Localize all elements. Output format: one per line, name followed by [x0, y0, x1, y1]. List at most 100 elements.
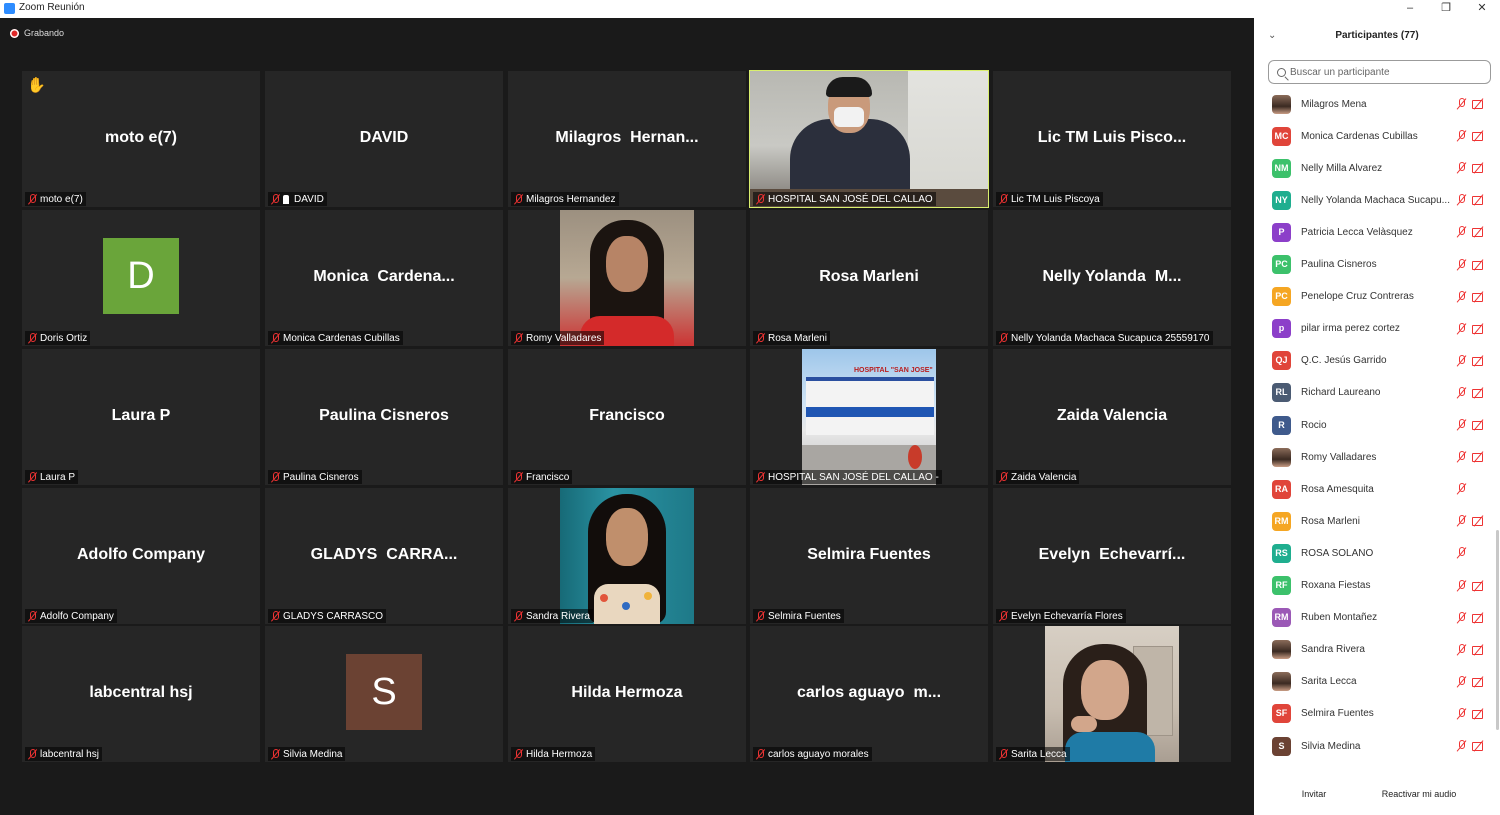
tile-name-label: Adolfo Company: [40, 611, 114, 622]
participant-row[interactable]: RM Rosa Marleni: [1254, 505, 1496, 537]
video-tile[interactable]: Francisco Francisco: [508, 349, 746, 485]
camera-off-icon[interactable]: [1472, 708, 1486, 720]
video-tile[interactable]: Selmira Fuentes Selmira Fuentes: [750, 488, 988, 624]
unmute-me-button[interactable]: Reactivar mi audio: [1374, 786, 1464, 802]
participant-row[interactable]: RM Ruben Montañez: [1254, 602, 1496, 634]
video-tile[interactable]: Evelyn Echevarrí... Evelyn Echevarría Flo…: [993, 488, 1231, 624]
minimize-button[interactable]: –: [1392, 0, 1428, 18]
participant-row[interactable]: PC Paulina Cisneros: [1254, 249, 1496, 281]
participant-row[interactable]: SF Selmira Fuentes: [1254, 698, 1496, 730]
camera-off-icon[interactable]: [1472, 676, 1486, 688]
video-tile[interactable]: Nelly Yolanda M... Nelly Yolanda Machaca …: [993, 210, 1231, 346]
video-tile[interactable]: Romy Valladares: [508, 210, 746, 346]
participant-row[interactable]: QJ Q.C. Jesús Garrido: [1254, 345, 1496, 377]
participant-row[interactable]: NY Nelly Yolanda Machaca Sucapu...: [1254, 184, 1496, 216]
participant-row[interactable]: Sarita Lecca: [1254, 666, 1496, 698]
participant-row[interactable]: p pilar irma perez cortez: [1254, 313, 1496, 345]
video-tile[interactable]: D Doris Ortiz: [22, 210, 260, 346]
mic-muted-icon[interactable]: [1456, 675, 1467, 688]
participant-row[interactable]: Sandra Rivera: [1254, 634, 1496, 666]
mic-muted-icon[interactable]: [1456, 643, 1467, 656]
mic-muted-icon[interactable]: [1456, 386, 1467, 399]
participant-row[interactable]: S Silvia Medina: [1254, 730, 1496, 762]
video-tile[interactable]: carlos aguayo m... carlos aguayo morales: [750, 626, 988, 762]
search-input[interactable]: [1290, 66, 1480, 78]
mic-muted-icon[interactable]: [1456, 419, 1467, 431]
participant-row[interactable]: MC Monica Cardenas Cubillas: [1254, 120, 1496, 152]
mic-muted-icon: [271, 194, 280, 205]
video-tile[interactable]: Rosa Marleni Rosa Marleni: [750, 210, 988, 346]
camera-off-icon[interactable]: [1472, 130, 1486, 142]
camera-off-icon[interactable]: [1472, 162, 1486, 174]
video-tile[interactable]: Lic TM Luis Pisco... Lic TM Luis Piscoya: [993, 71, 1231, 207]
mic-muted-icon[interactable]: [1456, 130, 1467, 142]
close-button[interactable]: ✕: [1464, 0, 1500, 18]
tile-name-label: Zaida Valencia: [1011, 472, 1077, 483]
mic-muted-icon[interactable]: [1456, 483, 1467, 495]
mic-muted-icon[interactable]: [1456, 740, 1467, 752]
video-tile[interactable]: GLADYS CARRA... GLADYS CARRASCO: [265, 488, 503, 624]
video-tile[interactable]: DAVID DAVID: [265, 71, 503, 207]
camera-off-icon[interactable]: [1472, 291, 1486, 303]
participant-row[interactable]: PC Penelope Cruz Contreras: [1254, 281, 1496, 313]
mic-muted-icon[interactable]: [1456, 194, 1467, 206]
maximize-button[interactable]: ❐: [1428, 0, 1464, 18]
participant-row[interactable]: RL Richard Laureano: [1254, 377, 1496, 409]
video-tile[interactable]: Adolfo Company Adolfo Company: [22, 488, 260, 624]
mic-muted-icon[interactable]: [1456, 451, 1467, 463]
recording-indicator[interactable]: Grabando: [10, 28, 64, 38]
mic-muted-icon[interactable]: [1456, 258, 1467, 271]
camera-off-icon[interactable]: [1472, 580, 1486, 592]
video-tile[interactable]: S Silvia Medina: [265, 626, 503, 762]
participant-row[interactable]: Milagros Mena: [1254, 88, 1496, 120]
video-tile[interactable]: Sandra Rivera: [508, 488, 746, 624]
mic-muted-icon[interactable]: [1456, 226, 1467, 238]
mic-muted-icon[interactable]: [1456, 162, 1467, 174]
mic-muted-icon[interactable]: [1456, 611, 1467, 624]
mic-muted-icon[interactable]: [1456, 290, 1467, 303]
participant-row[interactable]: NM Nelly Milla Alvarez: [1254, 152, 1496, 184]
tile-name-tag: Doris Ortiz: [25, 331, 91, 345]
mic-muted-icon[interactable]: [1456, 322, 1467, 335]
mic-muted-icon[interactable]: [1456, 354, 1467, 367]
invite-button[interactable]: Invitar: [1294, 786, 1334, 802]
video-tile[interactable]: Sarita Lecca: [993, 626, 1231, 762]
camera-off-icon[interactable]: [1472, 387, 1486, 399]
camera-off-icon[interactable]: [1472, 451, 1486, 463]
video-tile[interactable]: Milagros Hernan... Milagros Hernandez: [508, 71, 746, 207]
mic-muted-icon[interactable]: [1456, 579, 1467, 592]
scrollbar[interactable]: [1496, 530, 1499, 730]
participant-row[interactable]: RF Roxana Fiestas: [1254, 570, 1496, 602]
video-tile[interactable]: HOSPITAL SAN JOSÉ DEL CALLAO: [749, 70, 989, 208]
video-tile[interactable]: labcentral hsj labcentral hsj: [22, 626, 260, 762]
camera-off-icon[interactable]: [1472, 323, 1486, 335]
tile-name-label: GLADYS CARRASCO: [283, 611, 384, 622]
video-tile[interactable]: ✋ moto e(7) moto e(7): [22, 71, 260, 207]
camera-off-icon[interactable]: [1472, 740, 1486, 752]
participant-row[interactable]: RA Rosa Amesquita: [1254, 473, 1496, 505]
search-box[interactable]: [1268, 60, 1491, 84]
camera-off-icon[interactable]: [1472, 259, 1486, 271]
mic-muted-icon[interactable]: [1456, 98, 1467, 110]
participant-row[interactable]: RS ROSA SOLANO: [1254, 537, 1496, 569]
participant-row[interactable]: P Patricia Lecca Velàsquez: [1254, 216, 1496, 248]
video-tile[interactable]: Monica Cardena... Monica Cardenas Cubilla…: [265, 210, 503, 346]
video-tile[interactable]: HOSPITAL "SAN JOSE" HOSPITAL SAN JOSÉ DEL…: [750, 349, 988, 485]
camera-off-icon[interactable]: [1472, 194, 1486, 206]
video-tile[interactable]: Hilda Hermoza Hilda Hermoza: [508, 626, 746, 762]
mic-muted-icon[interactable]: [1456, 515, 1467, 527]
camera-off-icon[interactable]: [1472, 419, 1486, 431]
participant-row[interactable]: R Rocio: [1254, 409, 1496, 441]
camera-off-icon[interactable]: [1472, 515, 1486, 527]
participant-row[interactable]: Romy Valladares: [1254, 441, 1496, 473]
camera-off-icon[interactable]: [1472, 644, 1486, 656]
camera-off-icon[interactable]: [1472, 98, 1486, 110]
mic-muted-icon[interactable]: [1456, 547, 1467, 559]
video-tile[interactable]: Laura P Laura P: [22, 349, 260, 485]
camera-off-icon[interactable]: [1472, 226, 1486, 238]
camera-off-icon[interactable]: [1472, 612, 1486, 624]
video-tile[interactable]: Paulina Cisneros Paulina Cisneros: [265, 349, 503, 485]
video-tile[interactable]: Zaida Valencia Zaida Valencia: [993, 349, 1231, 485]
mic-muted-icon[interactable]: [1456, 707, 1467, 720]
camera-off-icon[interactable]: [1472, 355, 1486, 367]
